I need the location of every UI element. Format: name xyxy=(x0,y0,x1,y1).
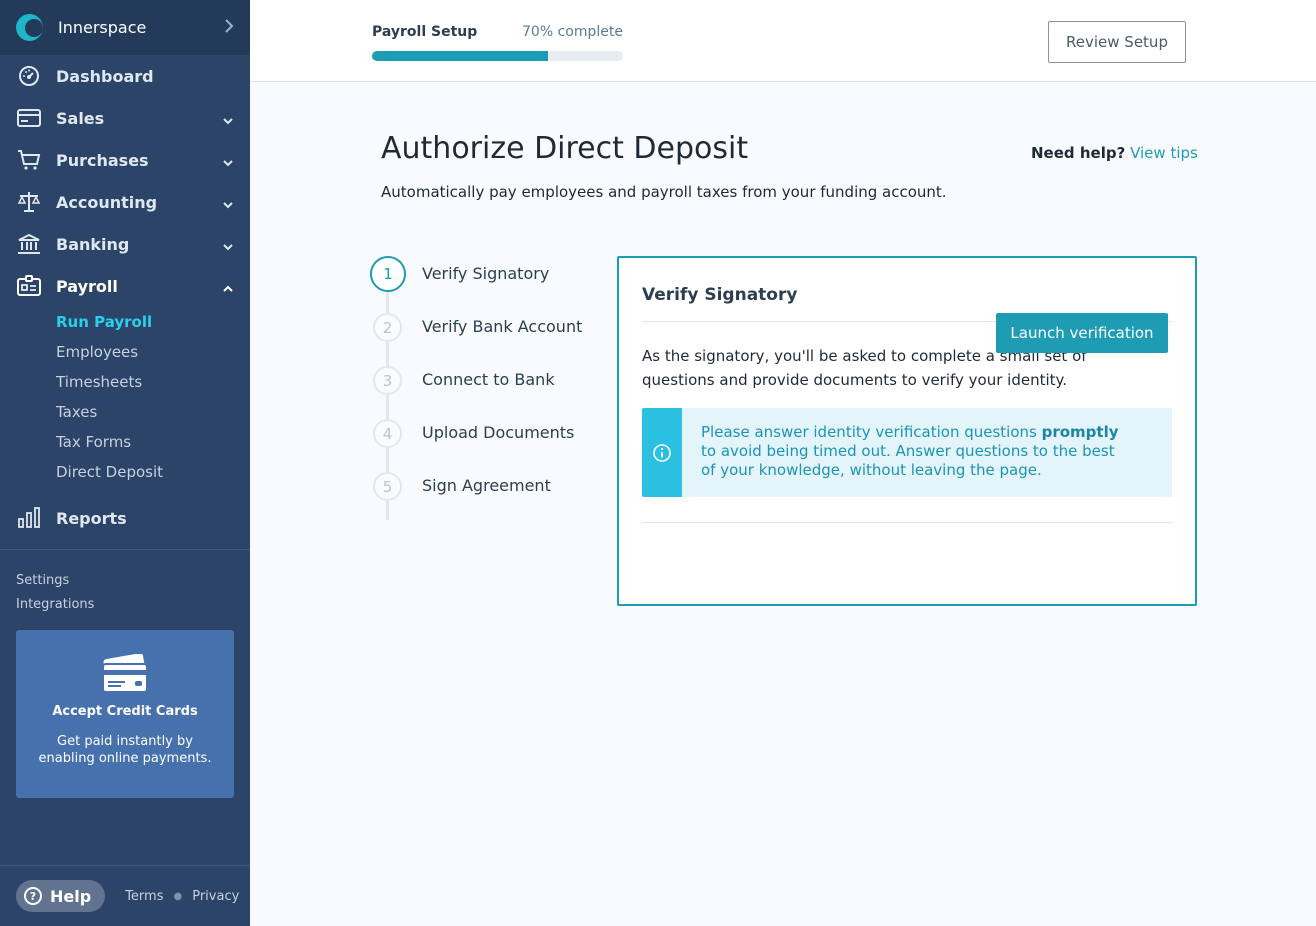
integrations-link[interactable]: Integrations xyxy=(16,592,94,616)
chevron-right-icon xyxy=(224,18,234,37)
company-name: Innerspace xyxy=(58,18,147,37)
subnav-run-payroll[interactable]: Run Payroll xyxy=(56,307,250,337)
subnav-tax-forms[interactable]: Tax Forms xyxy=(56,427,250,457)
step-number: 2 xyxy=(373,313,402,342)
info-message: Please answer identity verification ques… xyxy=(682,408,1122,497)
chevron-down-icon xyxy=(222,196,234,209)
need-help: Need help? View tips xyxy=(1031,144,1198,162)
card-title: Verify Signatory xyxy=(642,285,798,305)
step-label: Verify Signatory xyxy=(422,264,550,283)
launch-verification-button[interactable]: Launch verification xyxy=(996,313,1168,353)
subnav-direct-deposit[interactable]: Direct Deposit xyxy=(56,457,250,487)
nav-label: Dashboard xyxy=(56,66,154,86)
sidebar-footer: ? Help Terms ● Privacy xyxy=(0,866,250,926)
chevron-down-icon xyxy=(222,238,234,251)
promo-title: Accept Credit Cards xyxy=(52,704,198,719)
step-label: Verify Bank Account xyxy=(422,317,583,336)
subnav-timesheets[interactable]: Timesheets xyxy=(56,367,250,397)
chevron-down-icon xyxy=(222,112,234,125)
nav-item-reports[interactable]: Reports xyxy=(0,497,250,539)
card-divider xyxy=(642,522,1172,523)
card-icon xyxy=(16,107,42,129)
sidebar-divider xyxy=(0,549,250,550)
page-subtitle: Automatically pay employees and payroll … xyxy=(381,183,947,201)
nav-label: Purchases xyxy=(56,150,149,170)
nav-item-banking[interactable]: Banking xyxy=(0,223,250,265)
nav-item-accounting[interactable]: Accounting xyxy=(0,181,250,223)
step-label: Sign Agreement xyxy=(422,476,551,495)
step-label: Upload Documents xyxy=(422,423,575,442)
credit-cards-icon xyxy=(102,654,148,693)
step-label: Connect to Bank xyxy=(422,370,555,389)
review-setup-button[interactable]: Review Setup xyxy=(1048,21,1186,63)
company-switcher[interactable]: Innerspace xyxy=(0,0,250,55)
info-icon xyxy=(653,443,671,462)
question-icon: ? xyxy=(24,887,42,905)
view-tips-link[interactable]: View tips xyxy=(1130,144,1198,162)
chevron-down-icon xyxy=(222,154,234,167)
scale-icon xyxy=(16,191,42,213)
promo-card[interactable]: Accept Credit Cards Get paid instantly b… xyxy=(16,630,234,798)
progress-bar xyxy=(372,51,623,61)
help-label: Help xyxy=(50,886,92,906)
nav-label: Banking xyxy=(56,234,130,254)
bar-chart-icon xyxy=(16,507,42,529)
separator-dot: ● xyxy=(173,890,183,902)
id-badge-icon xyxy=(16,275,42,297)
promo-text: Get paid instantly by enabling online pa… xyxy=(38,734,212,766)
nav-label: Reports xyxy=(56,508,127,528)
step-number: 1 xyxy=(370,256,406,292)
progress-title: Payroll Setup xyxy=(372,24,478,40)
step-number: 3 xyxy=(373,366,402,395)
company-logo-icon xyxy=(16,14,43,41)
nav-label: Sales xyxy=(56,108,105,128)
bank-icon xyxy=(16,233,42,255)
settings-link[interactable]: Settings xyxy=(16,568,94,592)
sidebar: Innerspace Dashboard Sales Purchases Acc… xyxy=(0,0,250,926)
nav-label: Accounting xyxy=(56,192,158,212)
progress-fill xyxy=(372,51,548,61)
info-text-pre: Please answer identity verification ques… xyxy=(701,423,1042,441)
chevron-up-icon xyxy=(222,280,234,292)
subnav-taxes[interactable]: Taxes xyxy=(56,397,250,427)
help-button[interactable]: ? Help xyxy=(16,880,106,912)
nav-item-sales[interactable]: Sales xyxy=(0,97,250,139)
nav-label: Payroll xyxy=(56,276,118,296)
top-bar: Payroll Setup 70% complete Review Setup xyxy=(250,0,1316,82)
subnav-employees[interactable]: Employees xyxy=(56,337,250,367)
progress-percent: 70% complete xyxy=(522,24,623,40)
info-alert: Please answer identity verification ques… xyxy=(642,408,1172,497)
info-strip xyxy=(642,408,682,497)
dashboard-icon xyxy=(16,65,42,87)
privacy-link[interactable]: Privacy xyxy=(192,889,239,904)
step-number: 5 xyxy=(373,472,402,501)
cart-icon xyxy=(16,149,42,171)
verify-signatory-card: Verify Signatory As the signatory, you'l… xyxy=(617,256,1197,606)
page-title: Authorize Direct Deposit xyxy=(381,131,749,166)
nav-item-purchases[interactable]: Purchases xyxy=(0,139,250,181)
need-help-label: Need help? xyxy=(1031,144,1126,162)
step-number: 4 xyxy=(373,419,402,448)
info-text-bold: promptly xyxy=(1041,423,1119,441)
info-text-post: to avoid being timed out. Answer questio… xyxy=(701,442,1115,479)
nav-item-payroll[interactable]: Payroll xyxy=(0,265,250,307)
nav-item-dashboard[interactable]: Dashboard xyxy=(0,55,250,97)
terms-link[interactable]: Terms xyxy=(125,889,163,904)
payroll-subnav: Run Payroll Employees Timesheets Taxes T… xyxy=(0,307,250,487)
sidebar-small-links: Settings Integrations xyxy=(16,568,94,616)
